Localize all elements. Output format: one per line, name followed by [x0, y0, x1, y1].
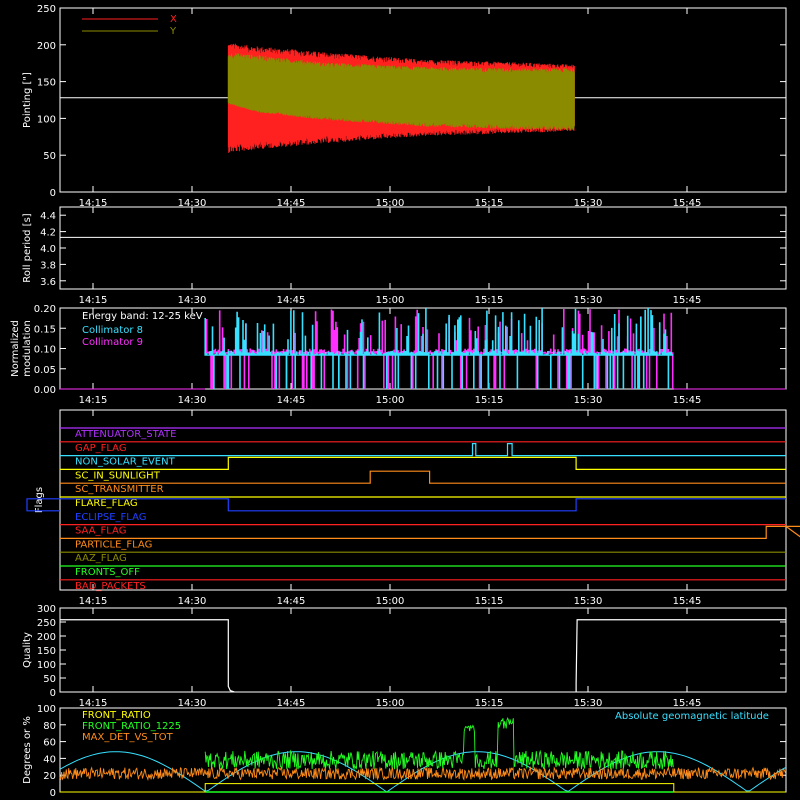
roll-ytick-label: 4.0: [40, 244, 56, 255]
pointing-ytick-label: 100: [37, 114, 56, 125]
ratios-ytick-label: 0: [50, 788, 56, 799]
roll-ytick-label: 4.4: [40, 211, 56, 222]
ratios-legend-front-ratio-1225: FRONT_RATIO_1225: [82, 721, 181, 732]
modulation-ytick-label: 0.15: [34, 324, 56, 335]
quality-line: [60, 619, 786, 693]
ratios-legend-front-ratio: FRONT_RATIO: [82, 710, 151, 721]
modulation-tick-label: 15:45: [673, 395, 702, 406]
quality-ytick-label: 50: [43, 674, 56, 685]
roll-frame: [59, 206, 787, 290]
flag-label-aaz-flag: AAZ_FLAG: [75, 553, 127, 564]
pointing-ytick-label: 150: [37, 78, 56, 89]
ratios-ytick-label: 40: [43, 754, 56, 765]
quality-tick-label: 15:30: [574, 698, 603, 709]
ratios-legend-geomagnetic-latitude: Absolute geomagnetic latitude: [615, 711, 769, 722]
pointing-ytick-label: 0: [50, 188, 56, 199]
flag-label-saa-flag: SAA_FLAG: [75, 526, 126, 537]
roll-ylabel: Roll period [s]: [22, 213, 33, 282]
ratios-legend-max-det-vs-tot: MAX_DET_VS_TOT: [82, 732, 174, 743]
flag-label-fronts-off: FRONTS_OFF: [75, 567, 140, 578]
flag-label-attenuator-state: ATTENUATOR_STATE: [75, 429, 176, 440]
flag-line-sc-transmitter: [60, 470, 786, 484]
flag-label-particle-flag: PARTICLE_FLAG: [75, 539, 152, 550]
quality-tick-label: 14:45: [277, 698, 306, 709]
quality-tick-label: 14:15: [79, 698, 108, 709]
roll-tick-label: 14:30: [178, 295, 207, 306]
flag-label-eclipse-flag: ECLIPSE_FLAG: [75, 512, 146, 523]
modulation-legend-collimator-9: Collimator 9: [82, 337, 143, 348]
flag-line-eclipse-flag: [26, 498, 786, 512]
ratios-ylabel: Degrees or %: [22, 716, 33, 784]
modulation-legend-collimator-8: Collimator 8: [82, 325, 143, 336]
flag-label-sc-transmitter: SC_TRANSMITTER: [75, 484, 164, 495]
ratios-series-max-det-vs-tot: [59, 765, 786, 782]
pointing-ytick-label: 50: [43, 151, 56, 162]
quality-ylabel: Quality: [22, 632, 33, 668]
quality-tick-label: 15:15: [475, 698, 504, 709]
roll-tick-label: 15:30: [574, 295, 603, 306]
roll-tick-label: 15:15: [475, 295, 504, 306]
flags-tick-label: 15:15: [475, 596, 504, 607]
modulation-tick-label: 14:45: [277, 395, 306, 406]
modulation-tick-label: 14:15: [79, 395, 108, 406]
quality-ytick-label: 100: [37, 660, 56, 671]
flags-tick-label: 14:30: [178, 596, 207, 607]
modulation-tick-label: 14:30: [178, 395, 207, 406]
quality-ytick-label: 200: [37, 632, 56, 643]
flag-label-sc-in-sunlight: SC_IN_SUNLIGHT: [75, 470, 161, 481]
quality-ytick-label: 0: [50, 688, 56, 699]
flags-tick-label: 15:00: [376, 596, 405, 607]
ratios-ytick-label: 80: [43, 721, 56, 732]
flag-line-particle-flag: [60, 525, 800, 539]
ratios-series-front-ratio: [60, 783, 786, 793]
quality-ytick-label: 150: [37, 646, 56, 657]
roll-tick-label: 14:45: [277, 295, 306, 306]
quality-ytick-label: 250: [37, 618, 56, 629]
pointing-legend-label-y: Y: [169, 26, 177, 37]
ratios-series-front-ratio-1225: [204, 716, 674, 771]
quality-frame: [59, 607, 787, 693]
quality-tick-label: 14:30: [178, 698, 207, 709]
roll-ytick-label: 3.8: [40, 260, 56, 271]
flags-tick-label: 15:45: [673, 596, 702, 607]
flag-label-gap-flag: GAP_FLAG: [75, 443, 127, 454]
flag-label-flare-flag: FLARE_FLAG: [75, 498, 138, 509]
ratios-ytick-label: 60: [43, 738, 56, 749]
roll-ytick-label: 4.2: [40, 228, 56, 239]
modulation-ylabel: Normalizedmodulation: [10, 320, 33, 377]
flags-ylabel: Flags: [34, 487, 45, 513]
modulation-ytick-label: 0.10: [34, 345, 56, 356]
flag-label-non-solar-event: NON_SOLAR_EVENT: [75, 457, 176, 468]
ratios-ytick-label: 20: [43, 771, 56, 782]
quality-ytick-label: 300: [37, 604, 56, 615]
flags-tick-label: 15:30: [574, 596, 603, 607]
modulation-ytick-label: 0.20: [34, 304, 56, 315]
roll-tick-label: 15:45: [673, 295, 702, 306]
flags-tick-label: 14:15: [79, 596, 108, 607]
modulation-ytick-label: 0.05: [34, 365, 56, 376]
flag-label-bad-packets: BAD_PACKETS: [75, 581, 146, 592]
roll-tick-label: 15:00: [376, 295, 405, 306]
pointing-ylabel: Pointing ["]: [22, 72, 33, 128]
modulation-tick-label: 15:30: [574, 395, 603, 406]
modulation-ytick-label: 0.00: [34, 385, 56, 396]
pointing-ytick-label: 250: [37, 4, 56, 15]
quality-tick-label: 15:45: [673, 698, 702, 709]
quality-tick-label: 15:00: [376, 698, 405, 709]
modulation-tick-label: 15:15: [475, 395, 504, 406]
pointing-legend-label-x: X: [170, 14, 177, 25]
modulation-energy-band-label: Energy band: 12-25 keV: [82, 311, 203, 322]
modulation-tick-label: 15:00: [376, 395, 405, 406]
pointing-ytick-label: 200: [37, 41, 56, 52]
roll-ytick-label: 3.6: [40, 277, 56, 288]
flags-tick-label: 14:45: [277, 596, 306, 607]
roll-tick-label: 14:15: [79, 295, 108, 306]
flag-line-non-solar-event: [60, 443, 786, 457]
ratios-ytick-label: 100: [37, 704, 56, 715]
chart-canvas: 05010015020025014:15 14:30 14:45 15:00 15:15…: [10, 4, 800, 799]
